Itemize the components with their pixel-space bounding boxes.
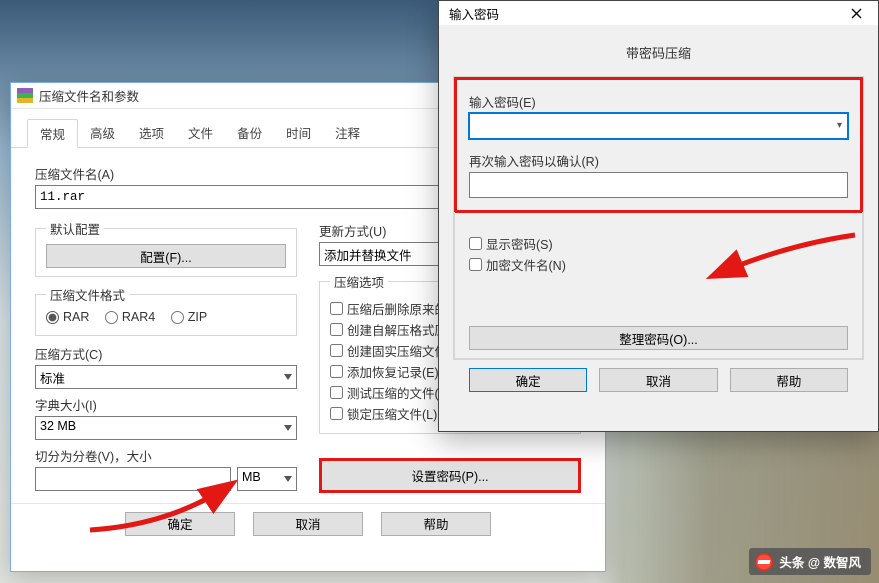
password-subtitle: 带密码压缩 <box>453 35 864 76</box>
reenter-password-input[interactable] <box>469 172 848 198</box>
close-icon <box>851 8 862 19</box>
dict-select[interactable]: 32 MB <box>35 416 297 440</box>
tab-time[interactable]: 时间 <box>274 119 323 147</box>
password-footer: 确定 取消 帮助 <box>453 360 864 392</box>
profile-button[interactable]: 配置(F)... <box>46 244 286 268</box>
tab-advanced[interactable]: 高级 <box>78 119 127 147</box>
split-unit-select[interactable]: MB <box>237 467 297 491</box>
password-help-button[interactable]: 帮助 <box>730 368 848 392</box>
enter-password-label: 输入密码(E) <box>469 92 848 111</box>
archive-ok-button[interactable]: 确定 <box>125 512 235 536</box>
format-group: 压缩文件格式 RAR RAR4 ZIP <box>35 285 297 336</box>
organize-passwords-button[interactable]: 整理密码(O)... <box>469 326 848 350</box>
format-legend: 压缩文件格式 <box>46 285 129 304</box>
check-encrypt-filenames[interactable]: 加密文件名(N) <box>469 255 848 274</box>
winrar-icon <box>17 88 33 104</box>
password-title-text: 输入密码 <box>449 4 499 23</box>
enter-password-input[interactable] <box>469 113 848 139</box>
tab-backup[interactable]: 备份 <box>225 119 274 147</box>
watermark-text: 头条 @ 数智风 <box>779 552 861 571</box>
tab-comment[interactable]: 注释 <box>323 119 372 147</box>
reenter-password-label: 再次输入密码以确认(R) <box>469 151 848 170</box>
archive-title-text: 压缩文件名和参数 <box>39 86 139 105</box>
method-label: 压缩方式(C) <box>35 344 297 363</box>
radio-rar[interactable]: RAR <box>46 310 89 324</box>
archive-help-button[interactable]: 帮助 <box>381 512 491 536</box>
password-dialog: 输入密码 带密码压缩 输入密码(E) ▾ 再次输入密码以确认(R) 显示密码(S… <box>438 0 879 432</box>
default-profile-group: 默认配置 配置(F)... <box>35 219 297 277</box>
password-fields-highlight: 输入密码(E) ▾ 再次输入密码以确认(R) <box>454 77 863 213</box>
archive-footer: 确定 取消 帮助 <box>11 503 605 544</box>
split-label: 切分为分卷(V)，大小 <box>35 446 297 465</box>
toutiao-logo-icon <box>755 553 773 571</box>
compress-options-legend: 压缩选项 <box>330 272 388 291</box>
tab-general[interactable]: 常规 <box>27 119 78 148</box>
archive-cancel-button[interactable]: 取消 <box>253 512 363 536</box>
check-show-password[interactable]: 显示密码(S) <box>469 234 848 253</box>
split-size-input[interactable] <box>35 467 231 491</box>
watermark: 头条 @ 数智风 <box>749 548 871 575</box>
tab-files[interactable]: 文件 <box>176 119 225 147</box>
password-ok-button[interactable]: 确定 <box>469 368 587 392</box>
password-cancel-button[interactable]: 取消 <box>599 368 717 392</box>
close-button[interactable] <box>838 1 874 25</box>
radio-rar4[interactable]: RAR4 <box>105 310 155 324</box>
tab-options[interactable]: 选项 <box>127 119 176 147</box>
default-profile-legend: 默认配置 <box>46 219 104 238</box>
set-password-button[interactable]: 设置密码(P)... <box>319 458 581 493</box>
dict-label: 字典大小(I) <box>35 395 297 414</box>
password-titlebar: 输入密码 <box>439 1 878 25</box>
method-select[interactable]: 标准 <box>35 365 297 389</box>
radio-zip[interactable]: ZIP <box>171 310 207 324</box>
